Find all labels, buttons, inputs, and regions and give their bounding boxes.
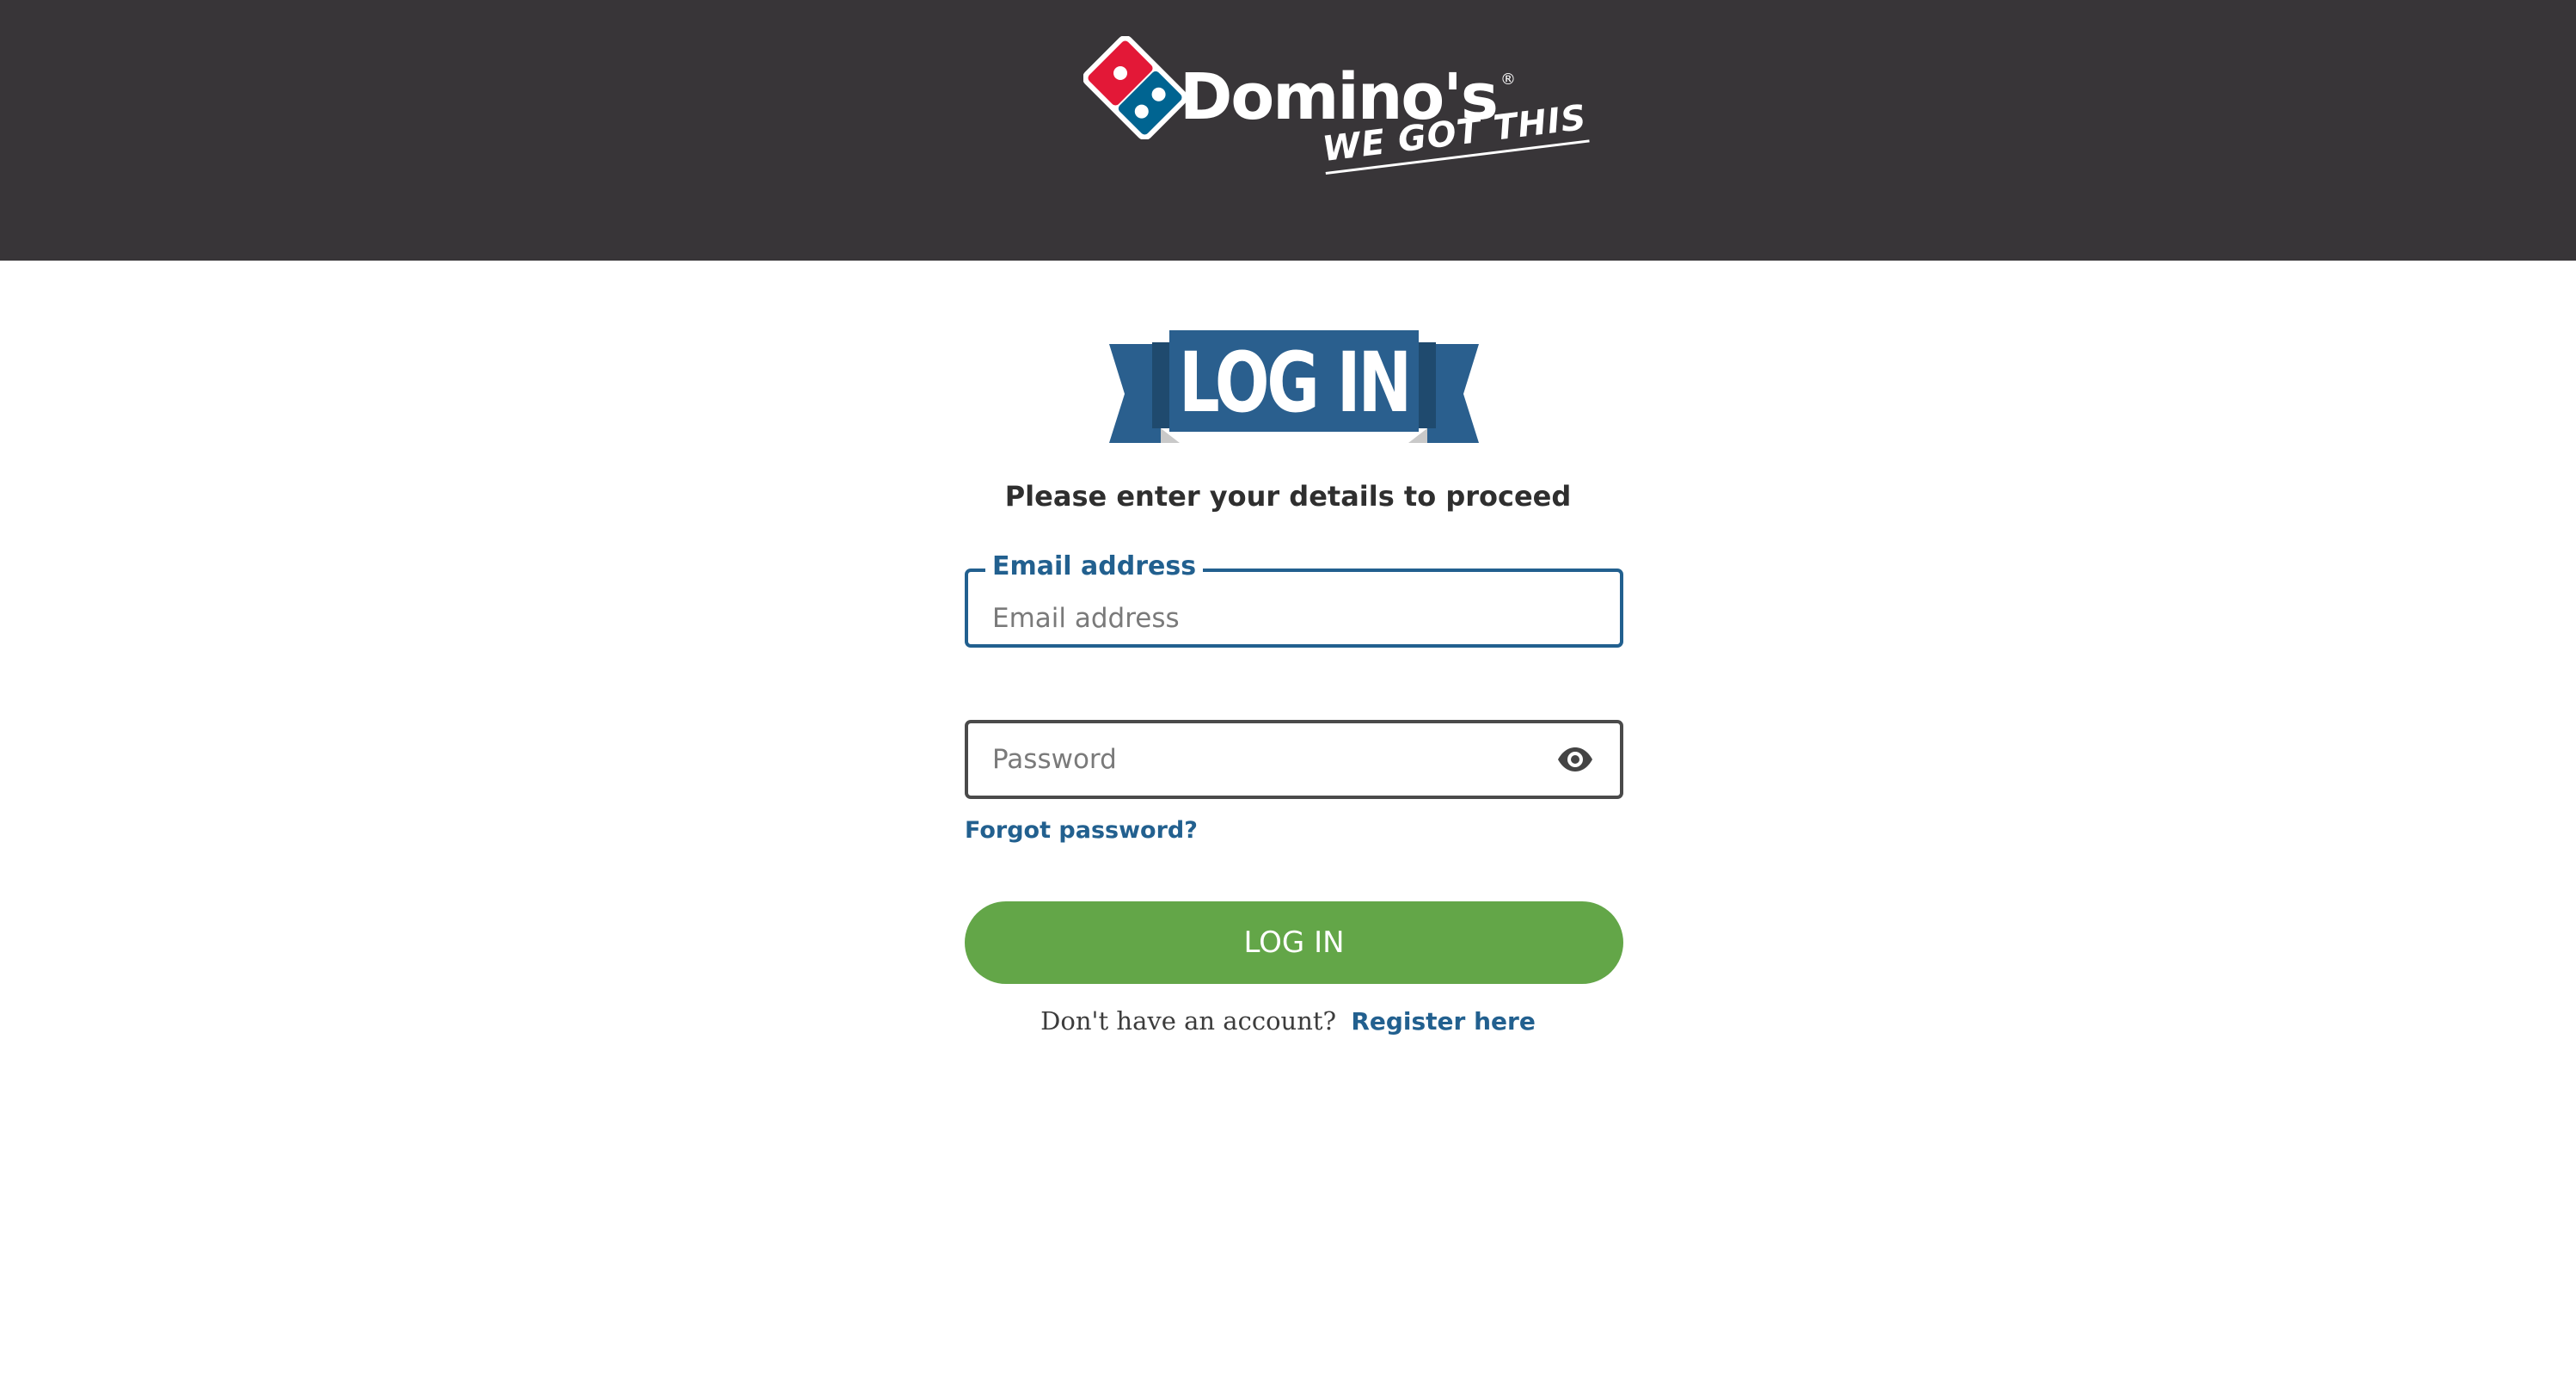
- site-header: ® Domino's ® WE GOT THIS: [0, 0, 2576, 261]
- email-field-label: Email address: [985, 550, 1204, 584]
- login-button[interactable]: LOG IN: [965, 901, 1623, 984]
- login-banner: LOG IN: [1109, 327, 1479, 447]
- password-field: [965, 720, 1623, 799]
- forgot-password-link[interactable]: Forgot password?: [965, 817, 1198, 844]
- register-row: Don't have an account? Register here: [0, 1006, 2576, 1036]
- registered-mark: ®: [1133, 103, 1147, 120]
- domino-tile-icon: [1083, 36, 1187, 139]
- password-input[interactable]: [992, 723, 1543, 796]
- register-link[interactable]: Register here: [1351, 1007, 1536, 1036]
- email-input[interactable]: [992, 582, 1543, 655]
- register-prompt: Don't have an account?: [1040, 1006, 1337, 1036]
- brand-registered-mark: ®: [1500, 71, 1516, 89]
- dominos-logo[interactable]: ® Domino's ® WE GOT THIS: [1083, 36, 1590, 208]
- email-field: Email address: [965, 550, 1623, 655]
- form-subtitle: Please enter your details to proceed: [1004, 480, 1572, 513]
- eye-icon[interactable]: [1556, 746, 1594, 773]
- banner-title: LOG IN: [1178, 335, 1412, 431]
